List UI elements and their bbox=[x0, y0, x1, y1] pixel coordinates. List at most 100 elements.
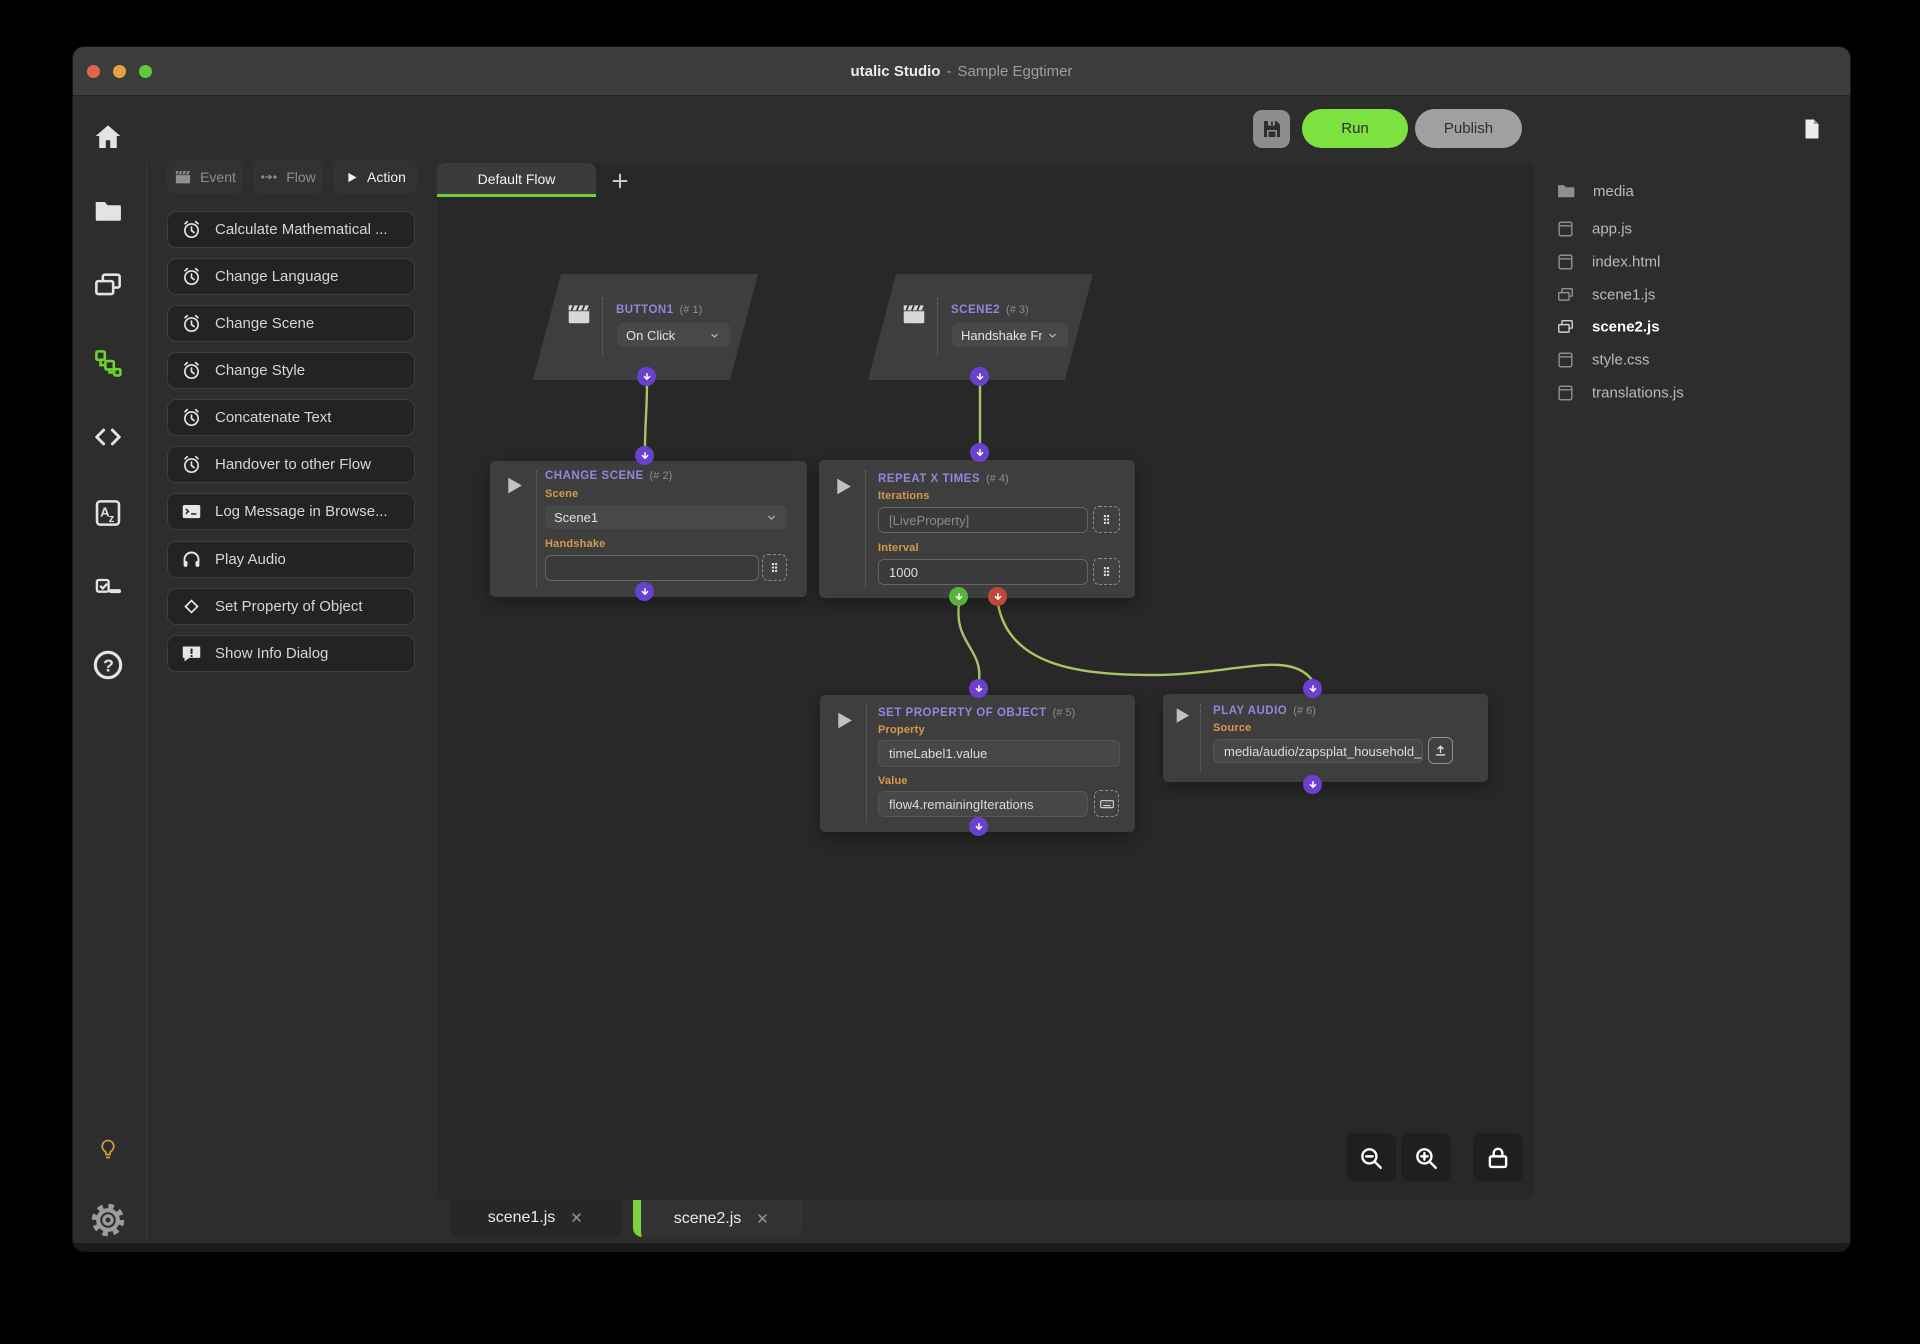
node-number: (# 6) bbox=[1293, 705, 1316, 717]
flow-graph-icon bbox=[93, 348, 124, 379]
play-icon[interactable] bbox=[1170, 704, 1193, 727]
new-document-button[interactable] bbox=[1800, 117, 1824, 141]
chevron-down-icon bbox=[1046, 329, 1059, 342]
publish-button[interactable]: Publish bbox=[1415, 109, 1522, 148]
sidebar-item-home[interactable] bbox=[93, 122, 124, 153]
output-port-success[interactable] bbox=[949, 587, 968, 606]
close-tab-button[interactable] bbox=[569, 1210, 584, 1225]
output-port[interactable] bbox=[1303, 775, 1322, 794]
tab-event[interactable]: Event bbox=[167, 160, 243, 194]
arrow-down-icon bbox=[639, 450, 651, 462]
calculator-button[interactable] bbox=[1093, 558, 1120, 585]
file-item-style-css[interactable]: style.css bbox=[1556, 351, 1650, 370]
sidebar-item-tips[interactable] bbox=[96, 1137, 120, 1161]
output-port[interactable] bbox=[970, 367, 989, 386]
node-change-scene[interactable]: CHANGE SCENE (# 2) Scene Scene1 Handshak… bbox=[490, 461, 807, 597]
node-set-property[interactable]: SET PROPERTY OF OBJECT (# 5) Property ti… bbox=[820, 695, 1135, 832]
alarm-clock-icon bbox=[181, 219, 202, 240]
action-item-handover[interactable]: Handover to other Flow bbox=[167, 446, 415, 483]
scene-file-icon bbox=[1556, 318, 1575, 337]
event-type-select[interactable]: On Click bbox=[617, 323, 730, 347]
flow-canvas[interactable]: Default Flow BUTTON1 (# 1) On Click bbox=[437, 163, 1534, 1200]
sidebar-item-help[interactable] bbox=[92, 649, 125, 682]
save-button[interactable] bbox=[1253, 110, 1290, 148]
action-item-concatenate[interactable]: Concatenate Text bbox=[167, 399, 415, 436]
node-play-audio[interactable]: PLAY AUDIO (# 6) Source media/audio/zaps… bbox=[1163, 694, 1488, 782]
file-item-app-js[interactable]: app.js bbox=[1556, 220, 1632, 239]
input-port[interactable] bbox=[1303, 679, 1322, 698]
sidebar-item-tasks[interactable] bbox=[94, 573, 122, 601]
action-item-change-style[interactable]: Change Style bbox=[167, 352, 415, 389]
gear-icon bbox=[89, 1201, 127, 1239]
sidebar-item-code[interactable] bbox=[93, 422, 123, 452]
sidebar-item-flows[interactable] bbox=[93, 348, 124, 379]
arrow-down-icon bbox=[974, 371, 986, 383]
arrow-down-icon bbox=[992, 591, 1004, 603]
node-title-text: BUTTON1 bbox=[616, 304, 674, 316]
document-icon bbox=[1800, 117, 1824, 141]
play-icon[interactable] bbox=[501, 473, 526, 498]
minimize-window-button[interactable] bbox=[113, 65, 126, 78]
close-window-button[interactable] bbox=[87, 65, 100, 78]
action-item-label: Change Scene bbox=[215, 315, 314, 332]
sidebar-item-projects[interactable] bbox=[93, 196, 124, 227]
action-item-show-info[interactable]: Show Info Dialog bbox=[167, 635, 415, 672]
connection-wire[interactable] bbox=[645, 383, 647, 447]
node-repeat-x-times[interactable]: REPEAT X TIMES (# 4) Iterations [LivePro… bbox=[819, 460, 1135, 598]
node-title: PLAY AUDIO (# 6) bbox=[1213, 705, 1316, 717]
file-item-scene1-js[interactable]: scene1.js bbox=[1556, 286, 1655, 305]
handshake-input[interactable] bbox=[545, 555, 759, 581]
node-number: (# 5) bbox=[1053, 707, 1076, 719]
output-port[interactable] bbox=[637, 367, 656, 386]
file-item-translations-js[interactable]: translations.js bbox=[1556, 384, 1684, 403]
project-name: Sample Eggtimer bbox=[957, 63, 1072, 80]
connection-wire[interactable] bbox=[998, 604, 1312, 680]
tab-action[interactable]: Action bbox=[333, 160, 417, 194]
editor-tab-scene2[interactable]: scene2.js bbox=[633, 1200, 803, 1237]
action-item-change-scene[interactable]: Change Scene bbox=[167, 305, 415, 342]
file-item-scene2-js[interactable]: scene2.js bbox=[1556, 318, 1660, 337]
close-tab-button[interactable] bbox=[755, 1211, 770, 1226]
node-event-scene2[interactable]: SCENE2 (# 3) Handshake Frc bbox=[868, 274, 1093, 380]
action-item-label: Calculate Mathematical ... bbox=[215, 221, 388, 238]
keyboard-button[interactable] bbox=[1094, 790, 1119, 817]
action-item-play-audio[interactable]: Play Audio bbox=[167, 541, 415, 578]
calculator-button[interactable] bbox=[1093, 506, 1120, 533]
iterations-input[interactable]: [LiveProperty] bbox=[878, 507, 1088, 533]
value-input[interactable]: flow4.remainingIterations bbox=[878, 791, 1088, 817]
interval-input[interactable]: 1000 bbox=[878, 559, 1088, 585]
file-item-media[interactable]: media bbox=[1556, 181, 1634, 201]
action-item-set-property[interactable]: Set Property of Object bbox=[167, 588, 415, 625]
action-item-change-language[interactable]: Change Language bbox=[167, 258, 415, 295]
run-button[interactable]: Run bbox=[1302, 109, 1408, 148]
input-port[interactable] bbox=[635, 446, 654, 465]
output-port-finished[interactable] bbox=[988, 587, 1007, 606]
action-item-label: Log Message in Browse... bbox=[215, 503, 388, 520]
keyboard-icon bbox=[1099, 796, 1115, 812]
input-port[interactable] bbox=[970, 443, 989, 462]
source-input[interactable]: media/audio/zapsplat_household_ala bbox=[1213, 739, 1423, 763]
sidebar-item-translations[interactable] bbox=[93, 498, 124, 529]
play-icon[interactable] bbox=[830, 474, 855, 499]
action-item-calculate[interactable]: Calculate Mathematical ... bbox=[167, 211, 415, 248]
arrow-down-icon bbox=[641, 371, 653, 383]
property-input[interactable]: timeLabel1.value bbox=[878, 740, 1120, 767]
file-item-index-html[interactable]: index.html bbox=[1556, 253, 1660, 272]
connection-wire[interactable] bbox=[958, 604, 979, 681]
output-port[interactable] bbox=[635, 582, 654, 601]
event-type-select[interactable]: Handshake Frc bbox=[952, 323, 1068, 347]
node-event-button1[interactable]: BUTTON1 (# 1) On Click bbox=[533, 274, 758, 380]
action-item-log-message[interactable]: Log Message in Browse... bbox=[167, 493, 415, 530]
zoom-window-button[interactable] bbox=[139, 65, 152, 78]
tab-flow[interactable]: Flow bbox=[253, 160, 323, 194]
sidebar-item-settings[interactable] bbox=[89, 1201, 127, 1239]
editor-tab-scene1[interactable]: scene1.js bbox=[450, 1198, 622, 1237]
play-icon[interactable] bbox=[831, 708, 856, 733]
input-port[interactable] bbox=[969, 679, 988, 698]
calculator-button[interactable] bbox=[762, 554, 787, 581]
sidebar-item-scenes[interactable] bbox=[93, 270, 124, 301]
upload-button[interactable] bbox=[1428, 737, 1453, 764]
scene-select[interactable]: Scene1 bbox=[545, 505, 787, 529]
arrow-down-icon bbox=[1307, 683, 1319, 695]
output-port[interactable] bbox=[969, 817, 988, 836]
